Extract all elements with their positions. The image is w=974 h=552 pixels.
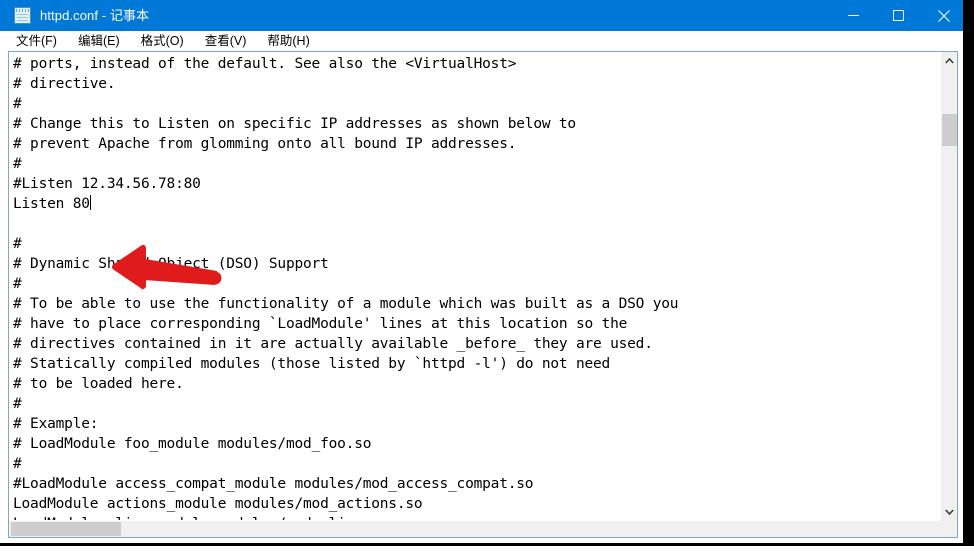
maximize-icon (893, 10, 904, 21)
text-editor[interactable]: # ports, instead of the default. See als… (9, 52, 939, 520)
text-line: # Statically compiled modules (those lis… (13, 356, 611, 372)
text-line: # have to place corresponding `LoadModul… (13, 316, 628, 332)
editor-frame: # ports, instead of the default. See als… (8, 51, 958, 538)
text-line: # To be able to use the functionality of… (13, 296, 679, 312)
text-line: # to be loaded here. (13, 376, 184, 392)
window-right-shadow (966, 0, 974, 552)
chevron-up-icon (945, 57, 954, 64)
scroll-up-button[interactable] (941, 52, 957, 69)
notepad-window: httpd.conf - 记事本 文件(F) 编辑(E) 格式(O) 查看(V)… (0, 0, 966, 546)
text-line: #Listen 12.34.56.78:80 (13, 176, 201, 192)
horizontal-scrollbar[interactable] (9, 520, 940, 537)
text-line: LoadModule actions_module modules/mod_ac… (13, 496, 423, 512)
menu-item-file[interactable]: 文件(F) (16, 31, 57, 51)
text-line: # (13, 156, 22, 172)
scroll-down-button[interactable] (941, 503, 957, 520)
close-icon (937, 9, 950, 22)
text-line: # (13, 396, 22, 412)
menu-item-edit[interactable]: 编辑(E) (78, 31, 120, 51)
text-line: #LoadModule access_compat_module modules… (13, 476, 534, 492)
window-title: httpd.conf - 记事本 (40, 8, 150, 23)
vertical-scrollbar[interactable] (940, 52, 957, 520)
text-line: # (13, 236, 22, 252)
text-line: # Example: (13, 416, 99, 432)
title-bar-left: httpd.conf - 记事本 (0, 0, 831, 31)
title-bar: httpd.conf - 记事本 (0, 0, 963, 31)
window-bottom-strip (0, 546, 974, 552)
text-line: Listen 80 (13, 195, 91, 212)
text-line: # Dynamic Shared Object (DSO) Support (13, 256, 329, 272)
text-line: # (13, 276, 22, 292)
text-line: # (13, 96, 22, 112)
notepad-icon (14, 7, 31, 24)
menu-item-help[interactable]: 帮助(H) (267, 31, 309, 51)
text-line: # Change this to Listen on specific IP a… (13, 116, 576, 132)
chevron-down-icon (945, 508, 954, 515)
menu-item-format[interactable]: 格式(O) (141, 31, 184, 51)
window-controls (831, 0, 963, 31)
scrollbar-corner (940, 520, 957, 537)
text-line: # directive. (13, 76, 116, 92)
text-line: # LoadModule foo_module modules/mod_foo.… (13, 436, 372, 452)
minimize-icon (848, 15, 859, 16)
text-line: # directives contained in it are actuall… (13, 336, 653, 352)
menu-bar: 文件(F) 编辑(E) 格式(O) 查看(V) 帮助(H) (0, 31, 963, 51)
text-line: # ports, instead of the default. See als… (13, 56, 517, 72)
horizontal-scroll-thumb[interactable] (11, 522, 121, 536)
minimize-button[interactable] (831, 0, 876, 31)
text-line: # prevent Apache from glomming onto all … (13, 136, 517, 152)
close-button[interactable] (921, 0, 963, 31)
maximize-button[interactable] (876, 0, 921, 31)
text-caret (89, 195, 91, 210)
menu-item-view[interactable]: 查看(V) (205, 31, 247, 51)
text-content: # ports, instead of the default. See als… (9, 52, 939, 520)
vertical-scroll-thumb[interactable] (942, 114, 957, 146)
text-line: # (13, 456, 22, 472)
text-line (13, 214, 939, 234)
